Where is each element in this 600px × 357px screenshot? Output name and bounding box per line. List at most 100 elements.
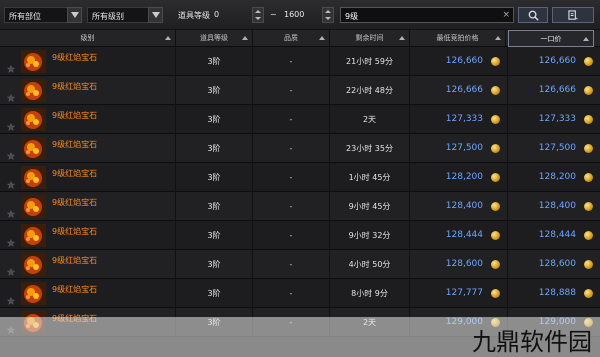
buyout-price: 128,200 bbox=[508, 163, 600, 192]
min-bid-value: 127,500 bbox=[445, 143, 483, 153]
item-cell: 9级红焰宝石 bbox=[0, 163, 176, 192]
item-name: 9级红焰宝石 bbox=[52, 111, 98, 120]
position-select[interactable]: 所有部位 bbox=[4, 7, 82, 23]
item-cell: 9级红焰宝石 bbox=[0, 250, 176, 279]
column-header-item-level-label: 道具等级 bbox=[200, 34, 228, 42]
gem-icon bbox=[21, 253, 46, 276]
min-bid-value: 128,400 bbox=[445, 201, 483, 211]
remaining-time: 21小时 59分 bbox=[330, 47, 410, 76]
item-name: 9级红焰宝石 bbox=[52, 198, 98, 207]
level-max-input[interactable]: 1600 bbox=[280, 7, 324, 23]
sort-arrow-icon bbox=[583, 37, 589, 41]
table-row[interactable]: 9级红焰宝石 3阶 -2天 127,333 127,333 bbox=[0, 105, 600, 134]
level-min-input[interactable]: 0 bbox=[210, 7, 254, 23]
column-header-remaining-time[interactable]: 剩余时间 bbox=[330, 30, 410, 47]
chevron-down-icon[interactable] bbox=[148, 7, 163, 23]
quality: - bbox=[253, 105, 330, 134]
coin-icon bbox=[584, 260, 593, 269]
coin-icon bbox=[584, 202, 593, 211]
buyout-value: 128,444 bbox=[538, 230, 576, 240]
item-level: 3阶 bbox=[176, 279, 253, 308]
quality: - bbox=[253, 47, 330, 76]
item-level: 3阶 bbox=[176, 76, 253, 105]
filter-bar: 所有部位 所有级别 道具等级 0 ~ 1600 9级 × bbox=[0, 0, 600, 30]
item-name: 9级红焰宝石 bbox=[52, 227, 98, 236]
table-row[interactable]: 9级红焰宝石 3阶 -8小时 9分 127,777 128,888 bbox=[0, 279, 600, 308]
column-header-quality[interactable]: 品质 bbox=[253, 30, 330, 47]
clear-icon[interactable]: × bbox=[502, 10, 510, 20]
item-level: 3阶 bbox=[176, 192, 253, 221]
column-header-buyout[interactable]: 一口价 bbox=[508, 30, 594, 47]
sort-arrow-icon bbox=[399, 36, 405, 40]
coin-icon bbox=[491, 144, 500, 153]
level-min-stepper[interactable] bbox=[252, 7, 264, 23]
table-row[interactable]: 9级红焰宝石 3阶 -9小时 32分 128,444 128,444 bbox=[0, 221, 600, 250]
min-bid-price: 128,200 bbox=[410, 163, 508, 192]
buyout-price: 126,666 bbox=[508, 76, 600, 105]
table-row[interactable]: 9级红焰宝石 3阶 -21小时 59分 126,660 126,660 bbox=[0, 47, 600, 76]
item-level: 3阶 bbox=[176, 47, 253, 76]
buyout-price: 127,333 bbox=[508, 105, 600, 134]
item-level: 3阶 bbox=[176, 105, 253, 134]
table-row[interactable]: 9级红焰宝石 3阶 -9小时 45分 128,400 128,400 bbox=[0, 192, 600, 221]
buyout-price: 128,888 bbox=[508, 279, 600, 308]
buyout-value: 127,500 bbox=[538, 143, 576, 153]
level-max-stepper[interactable] bbox=[322, 7, 334, 23]
column-header-min-bid[interactable]: 最低竞拍价格 bbox=[410, 30, 506, 47]
chevron-down-icon[interactable] bbox=[67, 7, 82, 23]
item-name: 9级红焰宝石 bbox=[52, 140, 98, 149]
min-bid-price: 127,777 bbox=[410, 279, 508, 308]
coin-icon bbox=[491, 202, 500, 211]
column-header-level[interactable]: 级别 bbox=[0, 30, 176, 47]
min-bid-value: 128,200 bbox=[445, 172, 483, 182]
min-bid-value: 128,444 bbox=[445, 230, 483, 240]
table-row[interactable]: 9级红焰宝石 3阶 -23小时 35分 127,500 127,500 bbox=[0, 134, 600, 163]
coin-icon bbox=[491, 289, 500, 298]
search-input[interactable]: 9级 × bbox=[340, 7, 514, 23]
quality: - bbox=[253, 163, 330, 192]
search-button[interactable] bbox=[518, 7, 548, 23]
table-row[interactable]: 9级红焰宝石 3阶 -4小时 50分 128,600 128,600 bbox=[0, 250, 600, 279]
item-cell: 9级红焰宝石 bbox=[0, 192, 176, 221]
remaining-time: 2天 bbox=[330, 105, 410, 134]
gem-icon bbox=[21, 79, 46, 102]
coin-icon bbox=[584, 231, 593, 240]
quality: - bbox=[253, 192, 330, 221]
min-bid-price: 128,600 bbox=[410, 250, 508, 279]
item-name: 9级红焰宝石 bbox=[52, 285, 98, 294]
coin-icon bbox=[584, 289, 593, 298]
gem-icon bbox=[21, 108, 46, 131]
buyout-value: 128,600 bbox=[538, 259, 576, 269]
settings-button[interactable] bbox=[552, 7, 594, 23]
gem-icon bbox=[21, 224, 46, 247]
coin-icon bbox=[584, 115, 593, 124]
quality: - bbox=[253, 250, 330, 279]
item-name: 9级红焰宝石 bbox=[52, 169, 98, 178]
coin-icon bbox=[491, 86, 500, 95]
gem-icon bbox=[21, 137, 46, 160]
coin-icon bbox=[584, 173, 593, 182]
column-header-item-level[interactable]: 道具等级 bbox=[176, 30, 253, 47]
column-header-quality-label: 品质 bbox=[284, 34, 298, 42]
level-select[interactable]: 所有级别 bbox=[87, 7, 163, 23]
remaining-time: 4小时 50分 bbox=[330, 250, 410, 279]
quality: - bbox=[253, 134, 330, 163]
coin-icon bbox=[491, 260, 500, 269]
coin-icon bbox=[584, 144, 593, 153]
remaining-time: 23小时 35分 bbox=[330, 134, 410, 163]
coin-icon bbox=[491, 115, 500, 124]
table-row[interactable]: 9级红焰宝石 3阶 -22小时 48分 126,666 126,666 bbox=[0, 76, 600, 105]
table-row[interactable]: 9级红焰宝石 3阶 -1小时 45分 128,200 128,200 bbox=[0, 163, 600, 192]
gem-icon bbox=[21, 195, 46, 218]
level-range-separator: ~ bbox=[270, 10, 277, 19]
quality: - bbox=[253, 221, 330, 250]
min-bid-price: 128,400 bbox=[410, 192, 508, 221]
list-settings-icon bbox=[567, 9, 578, 20]
item-level-label: 道具等级 bbox=[178, 11, 210, 20]
column-header-buyout-label: 一口价 bbox=[540, 35, 562, 43]
item-cell: 9级红焰宝石 bbox=[0, 134, 176, 163]
column-header-min-bid-label: 最低竞拍价格 bbox=[436, 34, 479, 42]
quality: - bbox=[253, 279, 330, 308]
buyout-value: 128,888 bbox=[538, 288, 576, 298]
buyout-value: 126,660 bbox=[538, 56, 576, 66]
